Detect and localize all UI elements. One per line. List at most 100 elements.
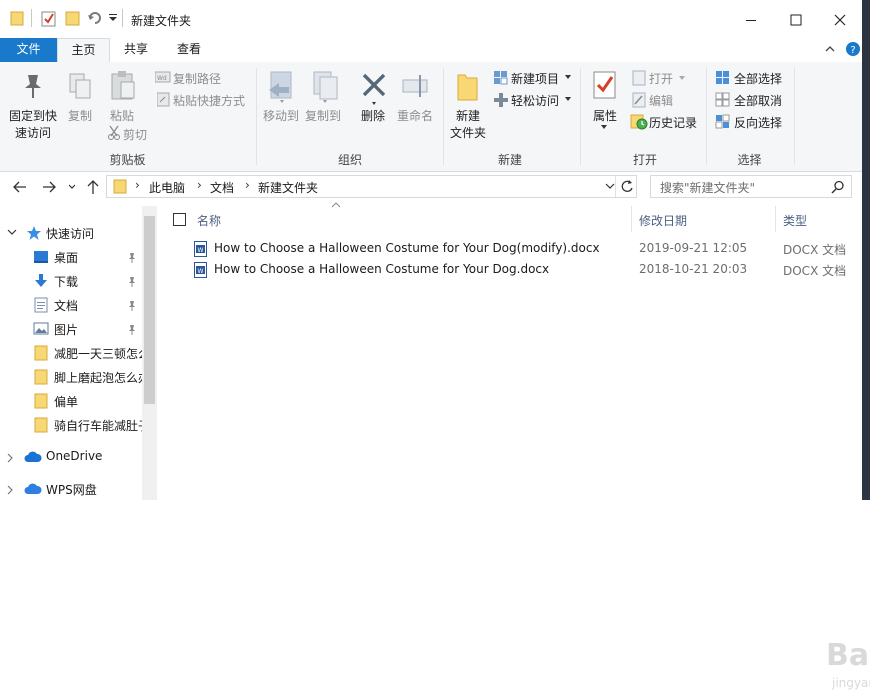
edit-icon[interactable] [632, 92, 646, 108]
properties-check-icon[interactable] [41, 10, 57, 27]
new-folder-label-2[interactable]: 文件夹 [450, 124, 486, 141]
maximize-button[interactable] [776, 6, 816, 34]
edit-label[interactable]: 编辑 [649, 92, 673, 109]
refresh-icon[interactable] [620, 179, 634, 194]
nav-item-wps-cloud[interactable]: WPS网盘 [0, 478, 142, 500]
breadcrumb-separator[interactable]: › [135, 178, 140, 192]
history-label[interactable]: 历史记录 [649, 114, 697, 131]
delete-label[interactable]: 删除 [361, 107, 385, 124]
address-bar[interactable]: › 此电脑 › 文档 › 新建文件夹 [106, 175, 637, 198]
column-header-name[interactable]: 名称 [197, 212, 221, 229]
delete-icon[interactable] [361, 72, 389, 106]
breadcrumb-documents[interactable]: 文档 [210, 179, 234, 196]
new-folder-icon[interactable] [457, 72, 479, 102]
copy-path-icon[interactable]: Wd [155, 71, 171, 83]
open-dropdown-icon[interactable] [679, 76, 685, 80]
tab-view[interactable]: 查看 [163, 38, 215, 62]
expand-chevron-icon[interactable] [7, 229, 17, 236]
qat-dropdown-icon[interactable] [108, 13, 118, 23]
properties-label[interactable]: 属性 [593, 107, 617, 124]
collapse-ribbon-icon[interactable] [824, 43, 836, 55]
invert-selection-icon[interactable] [715, 114, 731, 130]
move-to-icon[interactable] [267, 70, 297, 104]
nav-item-pictures[interactable]: 图片 [0, 318, 142, 340]
pin-icon[interactable] [127, 300, 137, 312]
breadcrumb-this-pc[interactable]: 此电脑 [149, 179, 185, 196]
pin-icon[interactable] [127, 324, 137, 336]
rename-icon[interactable] [402, 72, 430, 100]
tab-file[interactable]: 文件 [0, 38, 57, 62]
tab-share[interactable]: 共享 [111, 38, 161, 62]
pin-icon[interactable] [127, 276, 137, 288]
nav-item-downloads[interactable]: 下载 [0, 270, 142, 292]
column-divider[interactable] [631, 206, 632, 232]
nav-item-onedrive[interactable]: OneDrive [0, 446, 142, 468]
select-none-label[interactable]: 全部取消 [734, 92, 782, 109]
new-folder-label-1[interactable]: 新建 [456, 107, 480, 124]
column-divider[interactable] [775, 206, 776, 232]
open-label[interactable]: 打开 [649, 70, 673, 87]
expand-chevron-icon[interactable] [7, 453, 14, 463]
paste-shortcut-icon[interactable] [157, 92, 170, 107]
new-item-label[interactable]: 新建项目 [511, 70, 559, 87]
nav-item-folder[interactable]: 脚上磨起泡怎么办 [0, 366, 142, 388]
new-item-dropdown-icon[interactable] [565, 75, 571, 79]
move-to-label[interactable]: 移动到 [263, 107, 299, 124]
help-icon[interactable]: ? [845, 41, 861, 57]
copy-icon[interactable] [67, 72, 93, 102]
close-button[interactable] [820, 6, 860, 34]
cut-icon[interactable] [107, 125, 121, 141]
easy-access-dropdown-icon[interactable] [565, 97, 571, 101]
tab-home[interactable]: 主页 [57, 38, 110, 62]
copy-path-label[interactable]: 复制路径 [173, 70, 221, 87]
back-arrow-icon[interactable] [12, 180, 28, 194]
select-none-icon[interactable] [715, 92, 731, 108]
nav-quick-access[interactable]: 快速访问 [0, 222, 142, 244]
breadcrumb-separator[interactable]: › [197, 178, 202, 192]
minimize-button[interactable] [731, 6, 771, 34]
new-folder-qat-icon[interactable] [65, 10, 80, 26]
open-icon[interactable] [632, 70, 646, 86]
pin-label-1[interactable]: 固定到快 [9, 107, 57, 124]
new-item-icon[interactable] [493, 70, 509, 86]
copy-to-icon[interactable] [310, 70, 340, 104]
table-row[interactable]: W How to Choose a Halloween Costume for … [189, 238, 862, 259]
properties-dropdown-icon[interactable] [601, 125, 607, 129]
pin-icon[interactable] [20, 72, 46, 100]
history-icon[interactable] [630, 114, 648, 130]
breadcrumb-separator[interactable]: › [245, 178, 250, 192]
paste-label[interactable]: 粘贴 [110, 107, 134, 124]
up-arrow-icon[interactable] [86, 179, 100, 195]
properties-icon[interactable] [593, 71, 617, 101]
easy-access-label[interactable]: 轻松访问 [511, 92, 559, 109]
easy-access-icon[interactable] [493, 92, 509, 108]
nav-scrollbar-thumb[interactable] [144, 216, 155, 404]
search-icon[interactable] [831, 180, 845, 194]
rename-label[interactable]: 重命名 [397, 107, 433, 124]
select-all-checkbox[interactable] [173, 213, 186, 226]
column-header-date[interactable]: 修改日期 [639, 212, 687, 229]
pin-label-2[interactable]: 速访问 [15, 124, 51, 141]
breadcrumb-new-folder[interactable]: 新建文件夹 [258, 179, 318, 196]
select-all-label[interactable]: 全部选择 [734, 70, 782, 87]
address-dropdown-icon[interactable] [605, 183, 615, 190]
search-box[interactable]: 搜索"新建文件夹" [650, 175, 852, 198]
nav-item-folder[interactable]: 偏单 [0, 390, 142, 412]
column-header-type[interactable]: 类型 [783, 212, 807, 229]
paste-icon[interactable] [109, 70, 137, 102]
table-row[interactable]: W How to Choose a Halloween Costume for … [189, 259, 862, 280]
nav-item-folder[interactable]: 减肥一天三顿怎么 [0, 342, 142, 364]
copy-label[interactable]: 复制 [68, 107, 92, 124]
pin-icon[interactable] [127, 252, 137, 264]
copy-to-label[interactable]: 复制到 [305, 107, 341, 124]
undo-icon[interactable] [87, 10, 103, 26]
invert-selection-label[interactable]: 反向选择 [734, 114, 782, 131]
nav-item-desktop[interactable]: 桌面 [0, 246, 142, 268]
select-all-icon[interactable] [715, 70, 731, 86]
paste-shortcut-label[interactable]: 粘贴快捷方式 [173, 92, 245, 109]
expand-chevron-icon[interactable] [7, 485, 14, 495]
cut-label[interactable]: 剪切 [123, 126, 147, 143]
recent-locations-icon[interactable] [68, 184, 76, 190]
forward-arrow-icon[interactable] [41, 180, 57, 194]
search-input[interactable]: 搜索"新建文件夹" [660, 179, 755, 196]
